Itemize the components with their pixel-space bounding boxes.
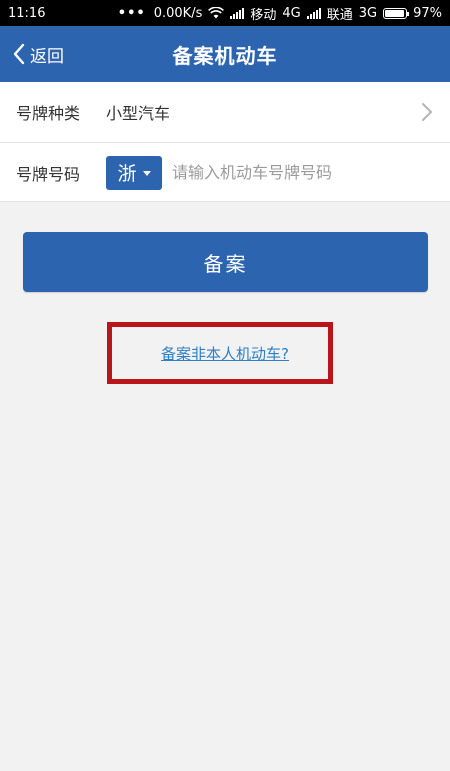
page-title: 备案机动车 [172, 43, 278, 68]
plate-number-input[interactable] [172, 163, 434, 182]
network-speed: 0.00K/s [153, 5, 203, 21]
nav-bar: 返回 备案机动车 [0, 26, 450, 82]
carrier-2: 联通 [326, 7, 353, 23]
register-other-vehicle-link[interactable]: 备案非本人机动车? [0, 343, 450, 364]
chevron-left-icon [13, 43, 25, 65]
vehicle-form: 号牌种类 小型汽车 号牌号码 浙 [0, 82, 450, 202]
back-label: 返回 [30, 46, 64, 67]
status-time: 11:16 [8, 5, 46, 21]
plate-type-label: 号牌种类 [16, 104, 81, 123]
province-value: 浙 [117, 163, 137, 185]
province-select[interactable]: 浙 [106, 155, 162, 190]
plate-type-value: 小型汽车 [106, 104, 171, 123]
plate-type-row[interactable]: 号牌种类 小型汽车 [0, 82, 450, 142]
status-right: ••• 0.00K/s 移动 4G 联通 3G 97% [118, 4, 442, 23]
signal-icon [306, 7, 321, 19]
signal-icon [230, 7, 245, 19]
status-bar: 11:16 ••• 0.00K/s 移动 4G 联通 3G 97% [0, 0, 450, 26]
carrier-1: 移动 [250, 7, 277, 23]
plate-number-label: 号牌号码 [16, 164, 81, 184]
network-type-2: 3G [358, 5, 378, 21]
chevron-right-icon [422, 103, 432, 121]
wifi-icon [208, 7, 225, 19]
register-button[interactable]: 备案 [23, 232, 428, 292]
battery-icon [383, 7, 410, 19]
plate-number-row: 号牌号码 浙 [0, 142, 450, 202]
caret-down-icon [142, 171, 151, 176]
battery-percent: 97% [413, 5, 442, 21]
back-button[interactable]: 返回 [12, 26, 64, 82]
network-type-1: 4G [282, 5, 301, 21]
more-dots-icon: ••• [117, 5, 146, 21]
